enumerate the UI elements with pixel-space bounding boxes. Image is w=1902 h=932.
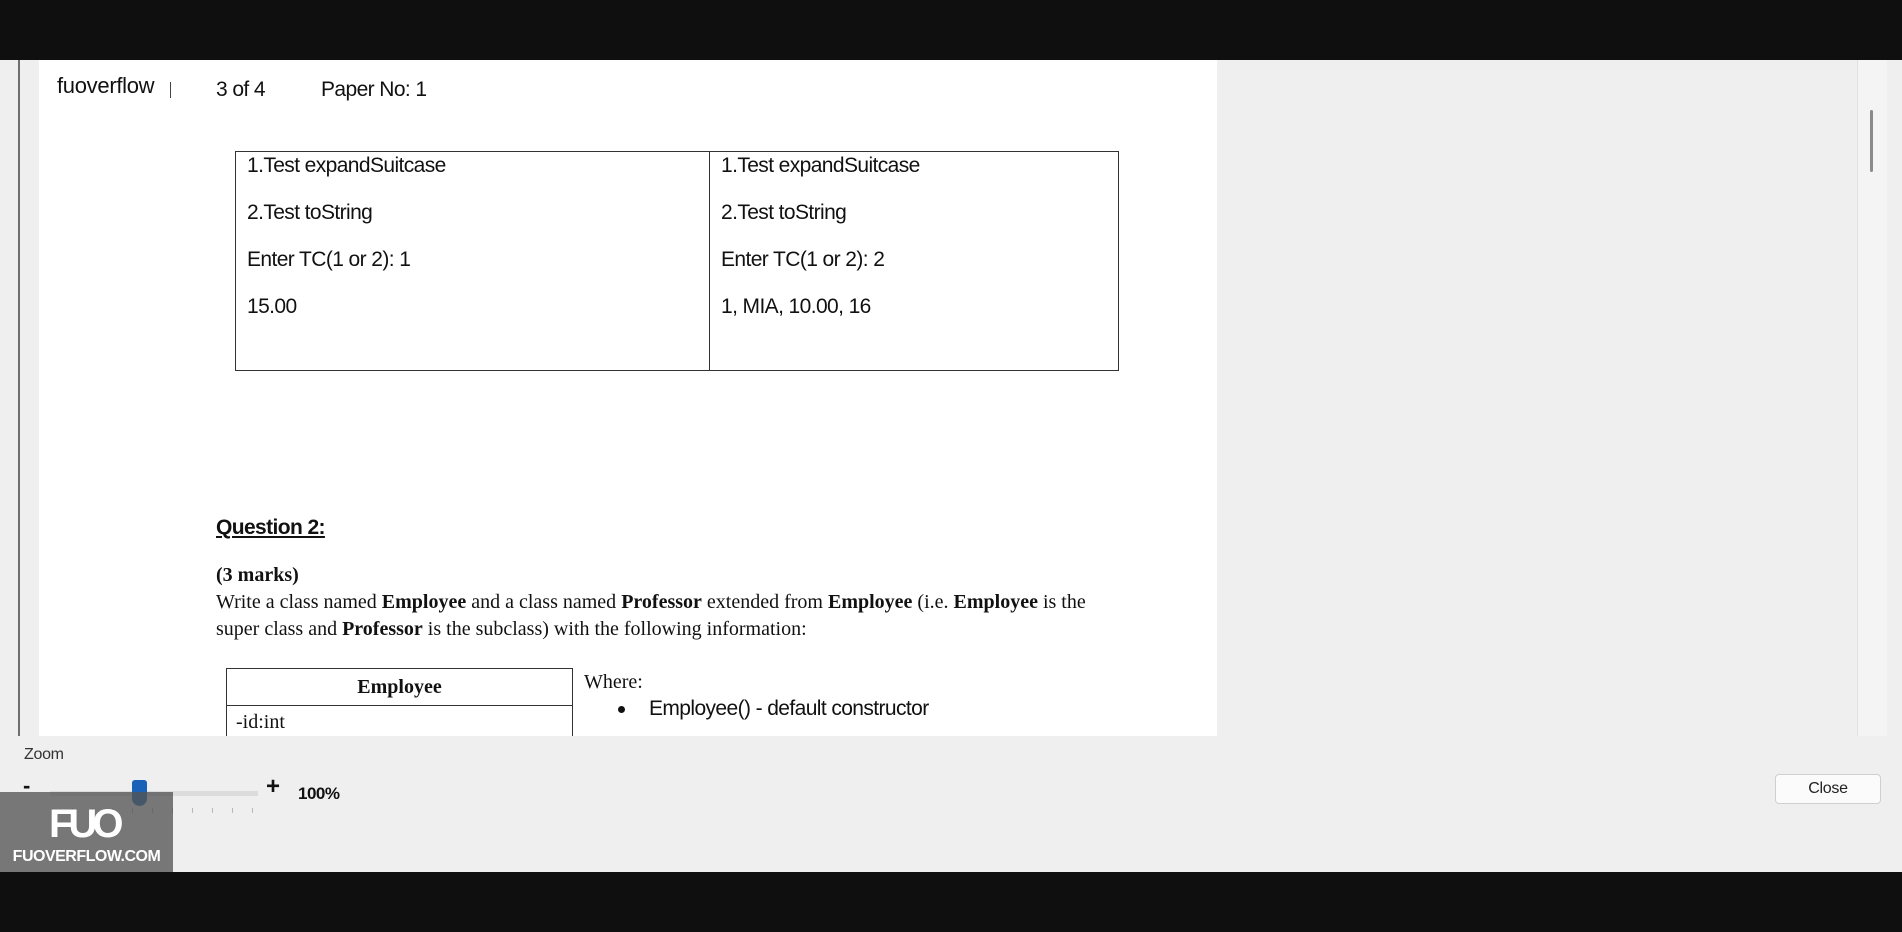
uml-attribute: -id:int: [236, 711, 285, 733]
class-name-employee: Employee: [381, 591, 467, 613]
document-viewer: fuoverflow 3 of 4 Paper No: 1 1.Test exp…: [0, 60, 1887, 736]
class-name-employee: Employee: [953, 591, 1038, 613]
document-page: fuoverflow 3 of 4 Paper No: 1 1.Test exp…: [39, 60, 1217, 736]
bullet-text: Employee() - default constructor: [649, 697, 929, 720]
desc-text: is the subclass) with the following info…: [422, 618, 807, 640]
io-line: 1.Test expandSuitcase: [247, 154, 446, 177]
io-example-table: 1.Test expandSuitcase 2.Test toString En…: [235, 151, 1119, 371]
desc-text: Write a class named: [216, 591, 382, 613]
io-line: 1.Test expandSuitcase: [721, 154, 920, 177]
watermark-logo: FUO: [49, 802, 123, 846]
vertical-scrollbar[interactable]: [1857, 60, 1887, 736]
io-line: 2.Test toString: [247, 201, 373, 224]
header-separator: [170, 82, 172, 98]
watermark-site: FUOVERFLOW.COM: [12, 848, 161, 865]
page-header: fuoverflow: [49, 70, 172, 102]
question-title: Question 2:: [216, 516, 326, 539]
bullet-item: Employee() - default constructor: [618, 697, 929, 721]
class-name-professor: Professor: [621, 591, 702, 613]
zoom-value: 100%: [298, 784, 340, 803]
question-description: Write a class named Employee and a class…: [216, 589, 1126, 643]
zoom-label: Zoom: [24, 746, 64, 763]
watermark: FUO FUOVERFLOW.COM: [0, 792, 173, 872]
io-line: Enter TC(1 or 2): 2: [721, 248, 885, 271]
page-count: 3 of 4: [216, 78, 266, 101]
where-label: Where:: [584, 671, 643, 693]
io-line: 15.00: [247, 295, 297, 318]
io-line: Enter TC(1 or 2): 1: [247, 248, 411, 271]
uml-class-box: Employee -id:int: [226, 668, 573, 736]
left-border: [18, 60, 20, 736]
bullet-icon: [618, 705, 625, 713]
class-name-professor: Professor: [342, 618, 423, 640]
scrollbar-thumb[interactable]: [1870, 110, 1873, 172]
io-line: 1, MIA, 10.00, 16: [721, 295, 871, 318]
question-marks: (3 marks): [216, 564, 299, 586]
uml-class-name: Employee: [227, 669, 572, 706]
class-name-employee: Employee: [827, 591, 913, 613]
desc-text: (i.e.: [912, 591, 954, 613]
io-line: 2.Test toString: [721, 201, 847, 224]
right-blank-panel: [1217, 60, 1857, 736]
desc-text: and a class named: [466, 591, 622, 613]
desc-text: extended from: [701, 591, 828, 613]
zoom-in-button[interactable]: +: [266, 773, 280, 801]
exam-viewer-window: fuoverflow 3 of 4 Paper No: 1 1.Test exp…: [0, 60, 1902, 872]
io-cell-left: 1.Test expandSuitcase 2.Test toString En…: [235, 151, 710, 371]
paper-number: Paper No: 1: [321, 78, 427, 101]
brand-label: fuoverflow: [49, 70, 163, 102]
io-cell-right: 1.Test expandSuitcase 2.Test toString En…: [709, 151, 1119, 371]
close-button[interactable]: Close: [1775, 774, 1881, 804]
